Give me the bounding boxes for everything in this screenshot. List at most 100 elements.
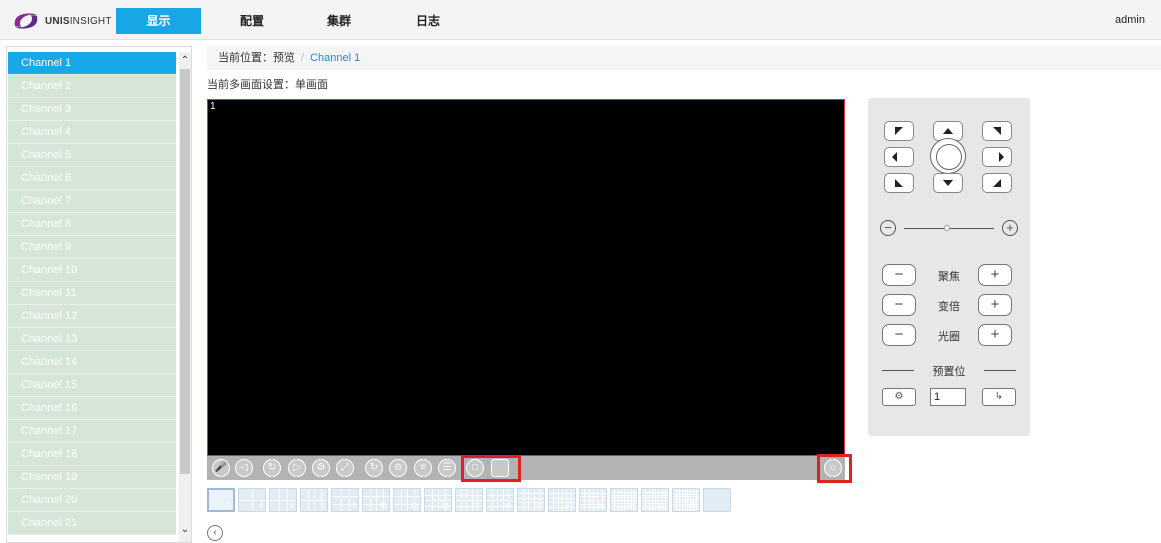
layout-option[interactable]: 17: [455, 488, 483, 512]
ptz-up-left-button[interactable]: [884, 121, 914, 141]
preset-number-input[interactable]: 1: [930, 388, 966, 406]
ptz-right-button[interactable]: [982, 147, 1012, 167]
mic-icon[interactable]: 🎤: [212, 459, 230, 477]
layout-option[interactable]: 32: [548, 488, 576, 512]
channel-item[interactable]: Channel 8: [8, 213, 176, 236]
nav-cluster[interactable]: 集群: [319, 8, 359, 34]
layout-option[interactable]: 99: [672, 488, 700, 512]
arrow-down-icon: [943, 180, 953, 186]
brand-logo: UNISINSIGHT: [12, 10, 112, 32]
nav-config[interactable]: 配置: [232, 8, 272, 34]
video-window[interactable]: 1: [207, 99, 845, 456]
channel-item[interactable]: Channel 5: [8, 144, 176, 167]
loop-all-icon[interactable]: ↻: [365, 459, 383, 477]
channel-item[interactable]: Channel 16: [8, 397, 176, 420]
nav-log[interactable]: 日志: [408, 8, 448, 34]
preset-controls: ⚙ 1 ↳: [882, 388, 1016, 406]
layout-option-label: 32: [565, 503, 573, 510]
channel-item[interactable]: Channel 18: [8, 443, 176, 466]
layout-option[interactable]: 4: [238, 488, 266, 512]
stream-list-icon[interactable]: ☰: [438, 459, 456, 477]
channel-item[interactable]: Channel 9: [8, 236, 176, 259]
layout-option[interactable]: 8: [300, 488, 328, 512]
channel-item[interactable]: Channel 11: [8, 282, 176, 305]
breadcrumb-root[interactable]: 预览: [273, 52, 295, 64]
iris-plus-button[interactable]: +: [978, 324, 1012, 346]
channel-list: Channel 1 Channel 2 Channel 3 Channel 4 Chan…: [8, 52, 176, 535]
scroll-up-icon[interactable]: ⌃: [179, 54, 191, 68]
stop-loop-icon[interactable]: ⊘: [389, 459, 407, 477]
user-name[interactable]: admin: [1115, 14, 1145, 26]
layout-option[interactable]: 80: [641, 488, 669, 512]
breadcrumb: 当前位置：预览 / Channel 1: [207, 46, 1161, 70]
speed-decrease-icon[interactable]: −: [880, 220, 896, 236]
channel-item[interactable]: Channel 15: [8, 374, 176, 397]
channel-item[interactable]: Channel 14: [8, 351, 176, 374]
preset-settings-icon[interactable]: ⚙: [882, 388, 916, 406]
layout-option[interactable]: 64: [610, 488, 638, 512]
arrow-down-right-icon: [993, 179, 1001, 187]
ptz-down-right-button[interactable]: [982, 173, 1012, 193]
layout-option[interactable]: 1: [207, 488, 235, 512]
speed-increase-icon[interactable]: +: [1002, 220, 1018, 236]
channel-item[interactable]: Channel 17: [8, 420, 176, 443]
channel-item[interactable]: Channel 12: [8, 305, 176, 328]
highlight-box-light-button: [817, 454, 852, 483]
focus-plus-button[interactable]: +: [978, 264, 1012, 286]
layout-option[interactable]: 9: [331, 488, 359, 512]
stream-switch-icon[interactable]: ≡: [414, 459, 432, 477]
scroll-down-icon[interactable]: ⌄: [179, 523, 191, 537]
video-window-number: 1: [210, 101, 216, 112]
channel-item[interactable]: Channel 20: [8, 489, 176, 512]
volume-icon[interactable]: ◁: [235, 459, 253, 477]
layout-option-label: 10: [379, 503, 387, 510]
layout-option[interactable]: 6: [269, 488, 297, 512]
layout-option-label: 16: [441, 503, 449, 510]
channel-item[interactable]: Channel 6: [8, 167, 176, 190]
layout-option-label: 17: [472, 503, 480, 510]
channel-item[interactable]: Channel 13: [8, 328, 176, 351]
channel-item[interactable]: Channel 7: [8, 190, 176, 213]
arrow-down-left-icon: [895, 179, 903, 187]
arrow-up-right-icon: [993, 127, 1001, 135]
layout-option[interactable]: 10: [362, 488, 390, 512]
ptz-down-left-button[interactable]: [884, 173, 914, 193]
channel-item[interactable]: Channel 21: [8, 512, 176, 535]
ptz-auto-center-button[interactable]: [930, 138, 966, 174]
scrollbar-thumb[interactable]: [180, 69, 190, 474]
zoom-plus-button[interactable]: +: [978, 294, 1012, 316]
focus-minus-button[interactable]: −: [882, 264, 916, 286]
ptz-down-button[interactable]: [933, 173, 963, 193]
loop-icon[interactable]: ↻: [263, 459, 281, 477]
nav-display[interactable]: 显示: [116, 8, 201, 34]
layout-option-label: 99: [689, 503, 697, 510]
layout-option[interactable]: 16: [424, 488, 452, 512]
snapshot-settings-icon[interactable]: ⚙: [312, 459, 330, 477]
layout-option[interactable]: 25: [517, 488, 545, 512]
channel-item[interactable]: Channel 1: [8, 52, 176, 75]
channel-item[interactable]: Channel 4: [8, 121, 176, 144]
zoom-label: 变倍: [938, 301, 960, 313]
iris-minus-button[interactable]: −: [882, 324, 916, 346]
layout-option-label: 6: [290, 503, 294, 510]
layout-option[interactable]: 13: [393, 488, 421, 512]
channel-item[interactable]: Channel 2: [8, 75, 176, 98]
back-circle-icon[interactable]: ‹: [207, 525, 223, 541]
layout-option[interactable]: [703, 488, 731, 512]
layout-option[interactable]: 36: [579, 488, 607, 512]
preset-label: 预置位: [932, 366, 966, 378]
layout-option[interactable]: 20: [486, 488, 514, 512]
ptz-speed-slider[interactable]: − +: [880, 220, 1018, 238]
split-mode-info: 当前多画面设置：单画面: [207, 76, 328, 92]
fullscreen-expand-icon[interactable]: ⤢: [336, 459, 354, 477]
brand-name-rest: INSIGHT: [69, 15, 112, 27]
speed-slider-handle[interactable]: [944, 225, 950, 231]
zoom-minus-button[interactable]: −: [882, 294, 916, 316]
channel-item[interactable]: Channel 10: [8, 259, 176, 282]
channel-item[interactable]: Channel 19: [8, 466, 176, 489]
channel-item[interactable]: Channel 3: [8, 98, 176, 121]
play-icon[interactable]: ▷: [288, 459, 306, 477]
ptz-up-right-button[interactable]: [982, 121, 1012, 141]
ptz-left-button[interactable]: [884, 147, 914, 167]
preset-goto-icon[interactable]: ↳: [982, 388, 1016, 406]
